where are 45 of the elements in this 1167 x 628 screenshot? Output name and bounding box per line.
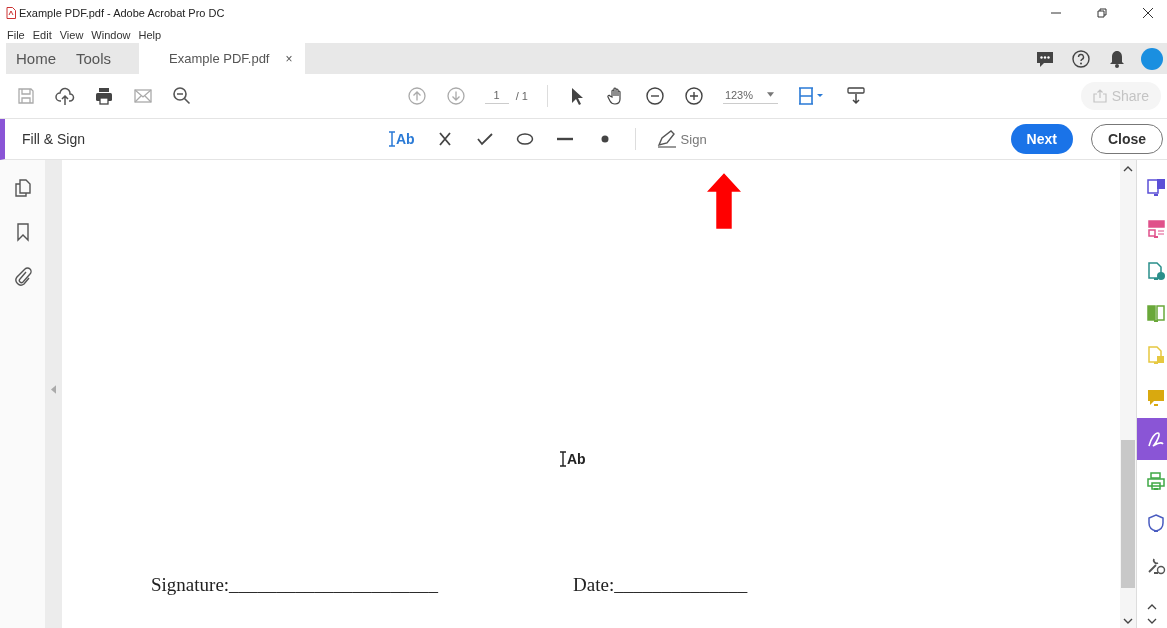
zoom-in-circle-icon[interactable]	[683, 86, 704, 106]
cloud-upload-icon[interactable]	[55, 86, 75, 106]
tab[interactable]: Tools	[66, 43, 122, 74]
pdf-file-icon	[6, 7, 16, 19]
next-button[interactable]: Next	[1010, 124, 1073, 154]
signature-line: Signature:______________________	[151, 574, 439, 596]
avatar-icon[interactable]	[1141, 47, 1163, 70]
caret-icon	[767, 92, 774, 97]
page-total: / 1	[515, 90, 528, 102]
menu-item[interactable]: Window	[91, 28, 131, 41]
window-title: Example PDF.pdf - Adobe Acrobat Pro DC	[19, 7, 225, 19]
close-icon[interactable]	[1143, 8, 1153, 18]
read-mode-icon[interactable]	[846, 86, 866, 106]
zoom-out-circle-icon[interactable]	[644, 86, 665, 106]
scrollbar-thumb[interactable]	[1121, 440, 1135, 588]
tool-item[interactable]	[1137, 418, 1167, 460]
pen-icon	[655, 130, 678, 148]
tab[interactable]: Example PDF.pdf ×	[139, 43, 305, 74]
share-icon	[1092, 89, 1107, 103]
menu-item[interactable]: View	[59, 28, 84, 41]
date-line: Date:______________	[573, 574, 748, 596]
zoom-dropdown[interactable]: 123%	[722, 88, 778, 104]
scroll-up-icon[interactable]	[1123, 166, 1133, 172]
restore-icon[interactable]	[1097, 8, 1107, 18]
text-cursor-icon	[388, 131, 395, 147]
zoom-out-icon[interactable]	[172, 86, 192, 106]
close-button[interactable]: Close	[1090, 124, 1163, 154]
sign-button[interactable]: Sign	[655, 130, 707, 148]
panel-up-icon[interactable]	[1147, 604, 1157, 610]
add-text-tool[interactable]: Ab	[388, 131, 415, 147]
paperclip-icon[interactable]	[12, 266, 33, 286]
scroll-down-icon[interactable]	[1123, 618, 1133, 624]
menu-item[interactable]: Help	[138, 28, 162, 41]
text-cursor-icon	[560, 451, 566, 467]
fill-sign-title: Fill & Sign	[22, 131, 86, 147]
menu-item[interactable]: Edit	[32, 28, 52, 41]
menu-item[interactable]: File	[7, 28, 25, 41]
cursor-label: Ab	[567, 451, 586, 467]
help-icon[interactable]	[1071, 48, 1091, 69]
print-icon[interactable]	[94, 86, 114, 106]
page-number-field[interactable]: 1	[484, 88, 509, 104]
tab[interactable]: Home	[6, 43, 66, 74]
panel-down-icon[interactable]	[1147, 618, 1157, 624]
sign-tool-icon	[1146, 429, 1166, 449]
pages-icon[interactable]	[12, 178, 33, 198]
